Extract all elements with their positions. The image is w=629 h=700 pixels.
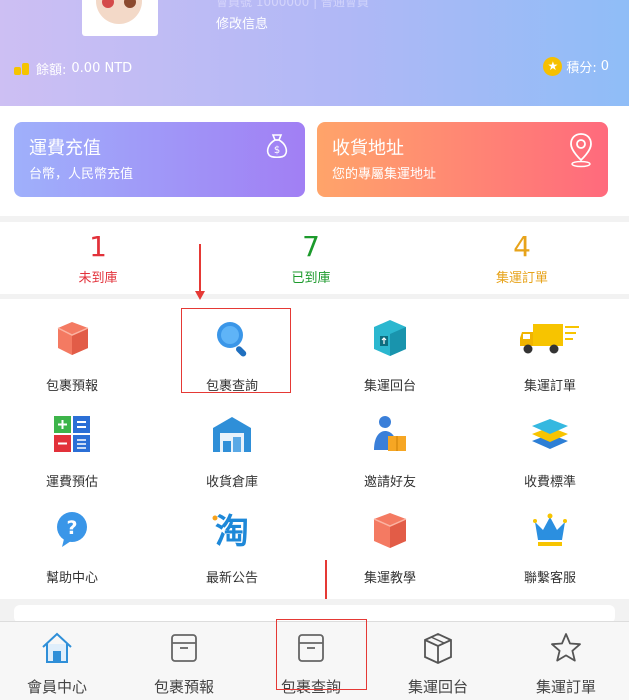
tab-label: 集運訂單: [535, 678, 596, 696]
menu-label: 集運回台: [363, 379, 416, 394]
stat-label: 已到庫: [291, 271, 331, 286]
action-cards: 運費充值 台幣，人民幣充值 $ 收貨地址 您的專屬集運地址: [0, 106, 629, 216]
menu-label: 幫助中心: [45, 571, 98, 586]
menu-invite-friends[interactable]: 邀請好友: [310, 414, 470, 490]
member-id-line: 會員號 1000000 | 普通會員: [216, 0, 369, 9]
recharge-subtitle: 台幣，人民幣充值: [29, 167, 134, 182]
package-stats: 1 未到庫 7 已到庫 4 集運訂單: [0, 222, 629, 294]
menu-label: 最新公告: [205, 571, 258, 586]
menu-label: 聯繫客服: [523, 571, 576, 586]
menu-contact-support[interactable]: 聯繫客服: [470, 510, 629, 586]
menu-label: 集運教學: [363, 571, 416, 586]
recharge-card[interactable]: 運費充值 台幣，人民幣充值 $: [14, 122, 305, 197]
help-icon: ?: [57, 512, 87, 547]
recharge-title: 運費充值: [29, 138, 101, 159]
stat-value: 4: [513, 230, 531, 263]
address-title: 收貨地址: [332, 138, 404, 159]
tab-label: 包裹預報: [153, 678, 214, 696]
stat-orders[interactable]: 4 集運訂單: [432, 230, 612, 286]
location-pin-icon: [570, 133, 592, 168]
stat-arrived[interactable]: 7 已到庫: [221, 230, 401, 286]
annotation-arrow: [195, 244, 205, 300]
coins-icon: [14, 62, 31, 75]
tab-label: 集運回台: [407, 678, 468, 696]
stat-label: 集運訂單: [495, 271, 548, 286]
menu-label: 邀請好友: [363, 475, 416, 490]
menu-label: 收費標準: [523, 475, 576, 490]
star-coin-icon: ★: [543, 57, 563, 76]
menu-help-center[interactable]: ? 幫助中心: [0, 510, 152, 586]
points-label: 積分:: [566, 61, 597, 76]
stat-pending[interactable]: 1 未到庫: [8, 230, 188, 286]
tab-package-forecast[interactable]: 包裹預報: [121, 622, 247, 700]
content-divider: [0, 599, 629, 623]
taobao-icon: 淘: [212, 512, 249, 552]
member-center-page: 會員號 1000000 | 普通會員 修改信息 餘額: 0.00 NTD ★ 積…: [0, 0, 629, 700]
money-bag-icon: $: [266, 134, 288, 159]
menu-receiving-warehouse[interactable]: 收貨倉庫: [152, 414, 312, 490]
layers-icon: [532, 419, 568, 449]
edit-info-link[interactable]: 修改信息: [216, 13, 268, 32]
points: ★ 積分: 0: [543, 57, 609, 76]
home-icon: [42, 632, 72, 663]
warehouse-icon: [213, 417, 251, 452]
balance-value: 0.00 NTD: [71, 61, 133, 76]
balance: 餘額: 0.00 NTD: [14, 59, 132, 78]
menu-latest-news[interactable]: 淘 最新公告: [152, 510, 312, 586]
stat-label: 未到庫: [78, 271, 118, 286]
menu-package-forecast[interactable]: 包裹預報: [0, 318, 152, 394]
menu-label: 收貨倉庫: [205, 475, 258, 490]
tab-label: 會員中心: [26, 678, 87, 696]
profile-header: 會員號 1000000 | 普通會員 修改信息 餘額: 0.00 NTD ★ 積…: [0, 0, 629, 106]
box-icon: [373, 513, 407, 548]
stat-value: 1: [89, 230, 107, 263]
address-card[interactable]: 收貨地址 您的專屬集運地址: [317, 122, 608, 197]
calculator-icon: [54, 416, 90, 452]
star-icon: [551, 633, 581, 662]
balance-label: 餘額:: [36, 63, 67, 78]
points-value: 0: [600, 59, 609, 74]
tab-member-center[interactable]: 會員中心: [0, 622, 120, 700]
svg-text:?: ?: [66, 517, 77, 539]
package-icon: [374, 320, 406, 356]
address-subtitle: 您的專屬集運地址: [332, 167, 437, 182]
menu-ship-to-taiwan[interactable]: 集運回台: [310, 318, 470, 394]
box-outline-icon: [171, 634, 197, 662]
function-grid: 包裹預報 包裹查詢 集運回台 集運訂單 運費預估 收貨倉庫 邀請好友 收費標準 …: [0, 299, 629, 599]
courier-icon: [374, 416, 406, 451]
truck-icon: [520, 324, 579, 354]
svg-text:$: $: [274, 145, 280, 156]
avatar[interactable]: [82, 0, 158, 36]
menu-shipping-tutorial[interactable]: 集運教學: [310, 510, 470, 586]
tab-ship-to-taiwan[interactable]: 集運回台: [375, 622, 501, 700]
menu-fee-standards[interactable]: 收費標準: [470, 414, 629, 490]
cube-icon: [424, 633, 452, 664]
annotation-highlight-query: [181, 308, 291, 393]
crown-icon: [533, 513, 567, 546]
stat-value: 7: [302, 230, 320, 263]
menu-consolidated-orders[interactable]: 集運訂單: [470, 318, 629, 394]
tab-consolidated-orders[interactable]: 集運訂單: [503, 622, 629, 700]
svg-text:淘: 淘: [215, 512, 249, 550]
box-icon: [57, 322, 89, 355]
menu-label: 集運訂單: [523, 379, 576, 394]
annotation-highlight-tab: [276, 619, 367, 690]
menu-freight-estimate[interactable]: 運費預估: [0, 414, 152, 490]
menu-label: 包裹預報: [45, 379, 98, 394]
menu-label: 運費預估: [45, 475, 98, 490]
